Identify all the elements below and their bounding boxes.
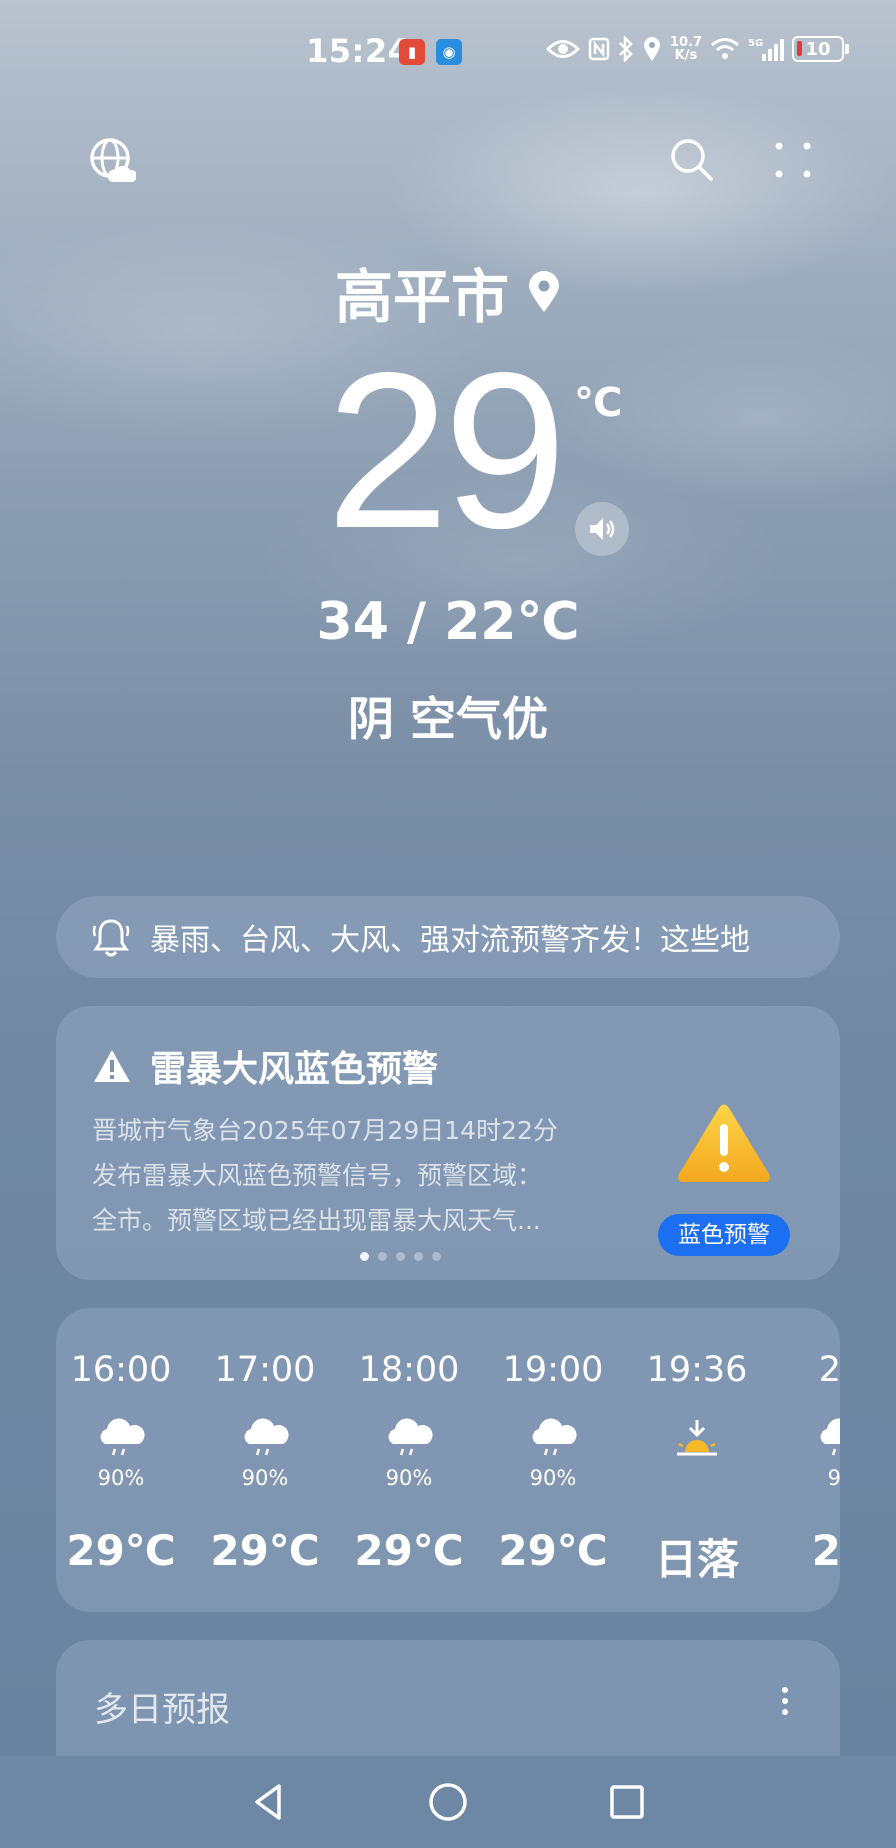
app-notification-blue-icon: ◉ [436, 39, 462, 65]
rain-icon [100, 1418, 145, 1456]
hour-temp: 29℃ [210, 1526, 320, 1575]
alert-line: 发布雷暴大风蓝色预警信号，预警区域： [92, 1161, 543, 1190]
warning-triangle-icon [94, 1050, 130, 1082]
status-bar: 15:24 ▮ ◉ 10.7 K/s 5G 10 [0, 28, 896, 78]
hour-temp: 日落 [654, 1535, 739, 1584]
wifi-icon [710, 37, 740, 61]
hour-precip: 90% [385, 1466, 433, 1490]
rain-icon [532, 1418, 577, 1456]
weather-alert-card[interactable]: 雷暴大风蓝色预警 晋城市气象台2025年07月29日14时22分 发布雷暴大风蓝… [56, 1006, 840, 1280]
sunset-icon [677, 1420, 717, 1456]
hour-item: 18:00 90% 29℃ [344, 1308, 474, 1612]
battery-icon: 10 [792, 36, 849, 62]
daily-forecast-title: 多日预报 [94, 1690, 230, 1730]
recents-square-icon [609, 1785, 644, 1819]
alert-line: 晋城市气象台2025年07月29日14时22分 [92, 1116, 558, 1145]
app-notification-red-icon: ▮ [399, 39, 425, 65]
hour-temp: 29℃ [66, 1526, 176, 1575]
location-pin-icon [529, 271, 559, 312]
hour-precip: 90 [827, 1466, 840, 1490]
hour-temp: 27 [811, 1526, 840, 1575]
status-icons: 10.7 K/s 5G 10 [545, 36, 849, 62]
voice-broadcast-button[interactable] [575, 502, 629, 556]
alert-description: 晋城市气象台2025年07月29日14时22分 发布雷暴大风蓝色预警信号，预警区… [92, 1108, 612, 1243]
hour-item: 20 90 27 [776, 1308, 840, 1612]
hour-time: 18:00 [358, 1350, 460, 1390]
hour-time: 16:00 [70, 1350, 172, 1390]
hour-precip: 90% [97, 1466, 145, 1490]
hour-time: 19:00 [502, 1350, 604, 1390]
search-button[interactable] [664, 132, 720, 188]
warning-level-icon [678, 1104, 770, 1182]
location-header: 高平市 [0, 250, 896, 334]
high-low-temperature: 34 / 22℃ [316, 592, 580, 652]
more-vertical-icon[interactable] [780, 1686, 790, 1716]
signal-label: 5G [748, 38, 763, 49]
hour-precip: 90% [529, 1466, 577, 1490]
more-dots-icon [775, 142, 811, 178]
bell-icon [92, 919, 130, 957]
hourly-forecast[interactable]: 16:00 90% 29℃ 17:00 90% 29℃ 18:00 90% 29… [56, 1308, 840, 1612]
bluetooth-icon [618, 36, 634, 62]
more-menu-button[interactable] [765, 132, 821, 188]
hour-temp: 29℃ [354, 1526, 464, 1575]
search-icon [671, 139, 713, 181]
rain-icon [388, 1418, 433, 1456]
rain-icon [820, 1418, 840, 1456]
alert-pager [56, 1252, 840, 1261]
rain-icon [244, 1418, 289, 1456]
nav-home-button[interactable] [423, 1777, 473, 1827]
pager-dot [431, 1252, 441, 1261]
hour-item: 19:00 90% 29℃ [488, 1308, 618, 1612]
hour-time: 19:36 [646, 1350, 748, 1390]
globe-cloud-icon [90, 138, 136, 182]
hour-temp: 29℃ [498, 1526, 608, 1575]
hour-time: 20 [818, 1350, 840, 1390]
weather-condition: 阴 空气优 [347, 692, 548, 746]
alert-title-row: 雷暴大风蓝色预警 [92, 1040, 438, 1092]
ticker-text: 暴雨、台风、大风、强对流预警齐发！这些地 [150, 923, 750, 958]
alert-title: 雷暴大风蓝色预警 [150, 1049, 439, 1090]
pager-dot [413, 1252, 423, 1261]
status-time: 15:24 [306, 32, 411, 70]
location-icon [642, 36, 662, 62]
hour-item: 17:00 90% 29℃ [200, 1308, 330, 1612]
speaker-icon [590, 518, 615, 540]
system-nav-bar [0, 1756, 896, 1848]
pager-dot [359, 1252, 369, 1261]
temperature-unit: ℃ [574, 380, 623, 426]
hour-item: 16:00 90% 29℃ [56, 1308, 186, 1612]
nav-recents-button[interactable] [602, 1777, 652, 1827]
alert-line: 全市。预警区域已经出现雷暴大风天气... [92, 1206, 541, 1235]
battery-level: 10 [805, 38, 831, 60]
hour-item-sunset: 19:36 日落 [632, 1308, 762, 1612]
nfc-icon [588, 37, 610, 61]
pager-dot [377, 1252, 387, 1261]
signal-icon: 5G [748, 36, 784, 62]
city-name[interactable]: 高平市 [335, 250, 509, 334]
hour-time: 17:00 [214, 1350, 316, 1390]
pager-dot [395, 1252, 405, 1261]
nav-back-button[interactable] [244, 1777, 294, 1827]
home-circle-icon [429, 1783, 467, 1821]
back-triangle-icon [255, 1784, 282, 1820]
news-ticker[interactable]: 暴雨、台风、大风、强对流预警齐发！这些地 [56, 896, 840, 978]
hour-precip: 90% [241, 1466, 289, 1490]
current-temperature: 29 [326, 327, 567, 575]
net-speed: 10.7 K/s [670, 36, 702, 62]
net-speed-unit: K/s [674, 48, 698, 63]
warning-level-badge: 蓝色预警 [658, 1214, 790, 1256]
eye-icon [545, 38, 580, 60]
globe-cloud-button[interactable] [84, 132, 140, 188]
